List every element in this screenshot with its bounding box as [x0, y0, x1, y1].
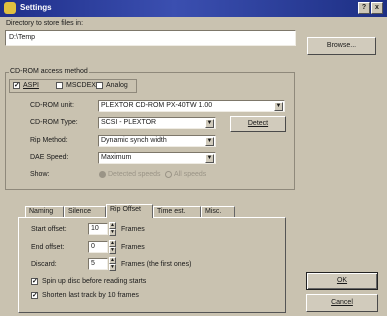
rip-method-value: Dynamic synch width: [101, 137, 167, 144]
tab-rip-offset[interactable]: Rip Offset: [106, 204, 153, 218]
chevron-down-icon[interactable]: ▼: [274, 102, 283, 111]
all-speeds-radio[interactable]: [165, 171, 172, 178]
chevron-down-icon[interactable]: ▼: [205, 119, 214, 128]
discard-unit: Frames (the first ones): [121, 261, 192, 268]
shorten-checkbox[interactable]: ✓: [31, 292, 38, 299]
dae-speed-value: Maximum: [101, 154, 132, 161]
directory-value: D:\Temp: [9, 34, 36, 41]
cdrom-type-select[interactable]: SCSI - PLEXTOR ▼: [98, 117, 216, 129]
end-offset-label: End offset:: [31, 244, 65, 251]
spin-up-checkbox[interactable]: ✓: [31, 278, 38, 285]
cdrom-unit-label: CD-ROM unit:: [30, 102, 74, 109]
end-offset-spinner[interactable]: ▲ ▼: [109, 240, 116, 254]
analog-label: Analog: [106, 82, 128, 89]
down-arrow-icon[interactable]: ▼: [109, 264, 116, 271]
ok-button[interactable]: OK: [306, 272, 378, 290]
browse-button[interactable]: Browse...: [307, 37, 376, 55]
mscdex-label: MSCDEX: [66, 82, 96, 89]
directory-label: Directory to store files in:: [6, 20, 84, 27]
up-arrow-icon[interactable]: ▲: [109, 222, 116, 229]
down-arrow-icon[interactable]: ▼: [109, 247, 116, 254]
discard-input[interactable]: 5: [88, 258, 108, 270]
cancel-button[interactable]: Cancel: [306, 294, 378, 312]
close-button[interactable]: x: [371, 2, 383, 14]
aspi-checkbox[interactable]: ✓: [13, 82, 20, 89]
cdrom-unit-value: PLEXTOR CD-ROM PX-40TW 1.00: [101, 102, 213, 109]
start-offset-input[interactable]: 10: [88, 223, 108, 235]
detect-button[interactable]: Detect: [230, 116, 286, 132]
end-offset-unit: Frames: [121, 244, 145, 251]
discard-spinner[interactable]: ▲ ▼: [109, 257, 116, 271]
detected-speeds-label: Detected speeds: [108, 171, 161, 178]
start-offset-unit: Frames: [121, 226, 145, 233]
settings-window: Settings ? x Directory to store files in…: [0, 0, 387, 316]
chevron-down-icon[interactable]: ▼: [205, 154, 214, 163]
spin-up-label: Spin up disc before reading starts: [42, 278, 147, 285]
cdrom-type-label: CD-ROM Type:: [30, 119, 78, 126]
cdrom-unit-select[interactable]: PLEXTOR CD-ROM PX-40TW 1.00 ▼: [98, 100, 285, 112]
shorten-label: Shorten last track by 10 frames: [42, 292, 139, 299]
start-offset-value: 10: [91, 225, 99, 232]
dae-speed-select[interactable]: Maximum ▼: [98, 152, 216, 164]
cdrom-type-value: SCSI - PLEXTOR: [101, 119, 157, 126]
directory-input[interactable]: D:\Temp: [5, 30, 296, 46]
title-bar: Settings ? x: [0, 0, 387, 17]
end-offset-value: 0: [91, 243, 95, 250]
end-offset-input[interactable]: 0: [88, 241, 108, 253]
down-arrow-icon[interactable]: ▼: [109, 229, 116, 236]
all-speeds-label: All speeds: [174, 171, 207, 178]
help-button[interactable]: ?: [358, 2, 370, 14]
analog-checkbox[interactable]: [96, 82, 103, 89]
detected-speeds-radio[interactable]: [99, 171, 106, 178]
chevron-down-icon[interactable]: ▼: [205, 137, 214, 146]
start-offset-label: Start offset:: [31, 226, 67, 233]
start-offset-spinner[interactable]: ▲ ▼: [109, 222, 116, 236]
mscdex-checkbox[interactable]: [56, 82, 63, 89]
app-icon: [4, 2, 16, 14]
aspi-label: ASPI: [23, 82, 39, 89]
discard-value: 5: [91, 260, 95, 267]
rip-method-select[interactable]: Dynamic synch width ▼: [98, 135, 216, 147]
discard-label: Discard:: [31, 261, 57, 268]
up-arrow-icon[interactable]: ▲: [109, 257, 116, 264]
window-title: Settings: [20, 3, 52, 12]
rip-method-label: Rip Method:: [30, 137, 68, 144]
show-label: Show:: [30, 171, 50, 178]
up-arrow-icon[interactable]: ▲: [109, 240, 116, 247]
dae-speed-label: DAE Speed:: [30, 154, 69, 161]
cdrom-group-label: CD-ROM access method: [9, 68, 89, 75]
